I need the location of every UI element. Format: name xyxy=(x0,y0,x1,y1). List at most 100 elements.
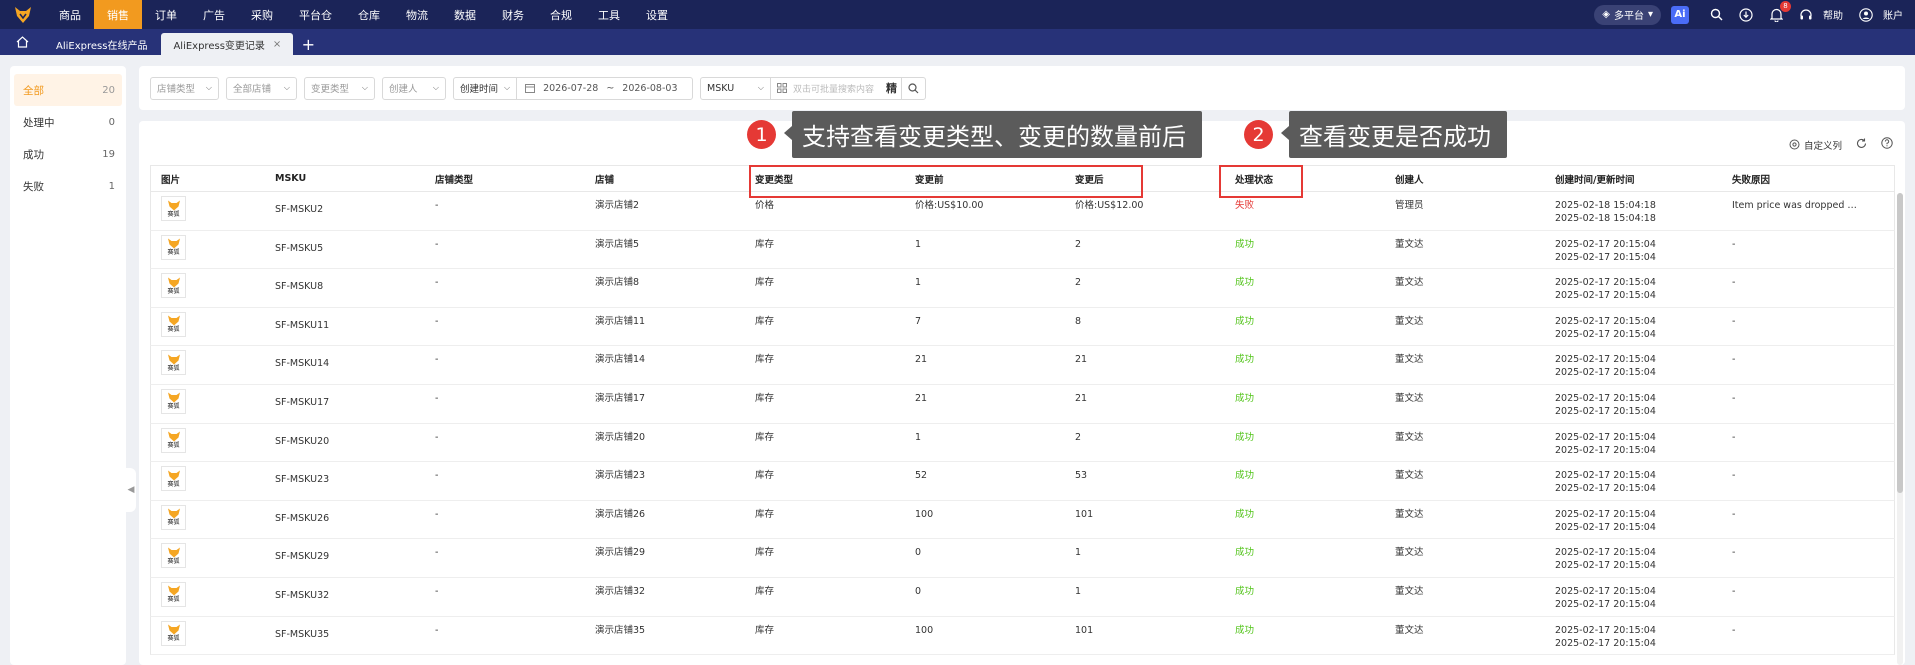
home-tab[interactable] xyxy=(0,29,44,55)
account-menu[interactable]: 账户 xyxy=(1883,7,1903,22)
shop-type-cell: - xyxy=(435,547,439,559)
search-field-label: MSKU xyxy=(707,82,735,94)
shop-type-cell: - xyxy=(435,585,439,597)
table-row[interactable]: 赛狐 SF-MSKU5 - 演示店铺5 库存 1 2 成功 董文达 2025-02-17 20:1… xyxy=(150,230,1895,270)
search-field-select[interactable]: MSKU ⌵ xyxy=(701,77,771,99)
tab-aliexpress-online-products[interactable]: AliExpress在线产品 xyxy=(44,33,159,55)
nav-item-9[interactable]: 财务 xyxy=(489,0,537,29)
product-thumbnail[interactable]: 赛狐 xyxy=(161,504,186,530)
nav-item-5[interactable]: 平台仓 xyxy=(286,0,345,29)
msku-cell: SF-MSKU2 xyxy=(275,204,324,215)
nav-item-4[interactable]: 采购 xyxy=(238,0,286,29)
help-link[interactable]: 帮助 xyxy=(1823,7,1843,22)
after-value-cell: 101 xyxy=(1075,624,1094,636)
nav-item-11[interactable]: 工具 xyxy=(585,0,633,29)
date-range-filter[interactable]: 创建时间 ⌵ 2026-07-28 ~ 2026-08-03 xyxy=(453,76,693,100)
product-thumbnail[interactable]: 赛狐 xyxy=(161,427,186,453)
creator-select[interactable]: 创建人 ⌵ xyxy=(382,76,446,100)
change-log-table: 图片 MSKU 店铺类型 店铺 变更类型 变更前 变更后 处理状态 创建人 创建时间/更新时间 失败… xyxy=(150,165,1895,656)
headset-icon[interactable] xyxy=(1798,7,1814,23)
nav-item-3[interactable]: 广告 xyxy=(190,0,238,29)
nav-item-8[interactable]: 数据 xyxy=(441,0,489,29)
search-icon[interactable] xyxy=(1708,7,1724,23)
status-cell: 成功 xyxy=(1235,470,1255,482)
creator-cell: 董文达 xyxy=(1395,354,1424,366)
custom-columns-button[interactable]: 自定义列 xyxy=(1789,138,1842,152)
collapse-sidebar-button[interactable]: ◀ xyxy=(126,468,136,512)
shop-type-select[interactable]: 店铺类型 ⌵ xyxy=(150,76,219,100)
search-input[interactable]: 双击可批量搜索内容 精 xyxy=(771,78,901,99)
nav-item-1[interactable]: 销售 xyxy=(94,0,142,29)
status-cell: 成功 xyxy=(1235,431,1255,443)
failure-reason-cell: - xyxy=(1732,431,1736,443)
table-row[interactable]: 赛狐 SF-MSKU32 - 演示店铺32 库存 0 1 成功 董文达 2025-02-17 20… xyxy=(150,577,1895,617)
date-end: 2026-08-03 xyxy=(622,82,678,94)
help-icon[interactable] xyxy=(1881,137,1893,152)
download-icon[interactable] xyxy=(1738,7,1754,23)
time-type-select[interactable]: 创建时间 ⌵ xyxy=(454,77,518,99)
sidebar-item-0[interactable]: 全部 20 xyxy=(14,74,122,106)
creator-cell: 管理员 xyxy=(1395,200,1424,211)
custom-columns-label: 自定义列 xyxy=(1803,140,1842,152)
precise-search-toggle[interactable]: 精 xyxy=(886,80,897,96)
timestamps-cell: 2025-02-17 20:15:04 2025-02-17 20:15:04 xyxy=(1545,269,1722,307)
callout-pointer xyxy=(1281,126,1289,140)
updated-time: 2025-02-18 15:04:18 xyxy=(1555,213,1656,224)
failure-reason-cell: - xyxy=(1732,354,1736,366)
product-thumbnail[interactable]: 赛狐 xyxy=(161,581,186,607)
table-row[interactable]: 赛狐 SF-MSKU35 - 演示店铺35 库存 100 101 成功 董文达 2025-02-1… xyxy=(150,616,1895,656)
thumbnail-text: 赛狐 xyxy=(167,480,180,488)
product-thumbnail[interactable]: 赛狐 xyxy=(161,350,186,376)
user-avatar-icon[interactable] xyxy=(1858,7,1874,23)
product-thumbnail[interactable]: 赛狐 xyxy=(161,234,186,260)
sidebar-item-3[interactable]: 失败 1 xyxy=(10,170,126,202)
updated-time: 2025-02-17 20:15:04 xyxy=(1555,483,1656,495)
msku-cell: SF-MSKU14 xyxy=(275,358,330,370)
product-thumbnail[interactable]: 赛狐 xyxy=(161,273,186,299)
product-thumbnail[interactable]: 赛狐 xyxy=(161,620,186,646)
change-type-select[interactable]: 变更类型 ⌵ xyxy=(304,76,375,100)
date-range-input[interactable]: 2026-07-28 ~ 2026-08-03 xyxy=(517,83,685,94)
sidebar-item-1[interactable]: 处理中 0 xyxy=(10,106,126,138)
product-thumbnail[interactable]: 赛狐 xyxy=(161,388,186,414)
search-button[interactable] xyxy=(901,77,925,99)
scrollbar-thumb[interactable] xyxy=(1897,193,1903,493)
nav-item-12[interactable]: 设置 xyxy=(633,0,681,29)
failure-reason-cell: - xyxy=(1732,624,1736,636)
refresh-icon[interactable] xyxy=(1856,138,1867,152)
notification-bell-icon[interactable]: 8 xyxy=(1768,0,1791,23)
sidebar-item-2[interactable]: 成功 19 xyxy=(10,138,126,170)
chevron-down-icon: ⌵ xyxy=(283,83,290,92)
product-thumbnail[interactable]: 赛狐 xyxy=(161,311,186,337)
vertical-scrollbar[interactable] xyxy=(1897,193,1903,665)
search-placeholder: 双击可批量搜索内容 xyxy=(793,84,875,95)
table-row[interactable]: 赛狐 SF-MSKU11 - 演示店铺11 库存 7 8 成功 董文达 2025-02-17 20… xyxy=(150,307,1895,347)
table-row[interactable]: 赛狐 SF-MSKU29 - 演示店铺29 库存 0 1 成功 董文达 2025-02-17 20… xyxy=(150,539,1895,578)
platform-switcher[interactable]: ◈ 多平台 ▾ xyxy=(1594,4,1661,25)
updated-time: 2025-02-17 20:15:04 xyxy=(1555,560,1656,572)
nav-item-0[interactable]: 商品 xyxy=(46,0,94,29)
table-row[interactable]: 赛狐 SF-MSKU14 - 演示店铺14 库存 21 21 成功 董文达 2025-02-17 … xyxy=(150,346,1895,385)
logo-icon[interactable] xyxy=(0,0,46,29)
product-thumbnail[interactable]: 赛狐 xyxy=(161,196,186,221)
nav-item-7[interactable]: 物流 xyxy=(393,0,441,29)
product-thumbnail[interactable]: 赛狐 xyxy=(161,543,186,569)
nav-item-6[interactable]: 仓库 xyxy=(345,0,393,29)
tab-aliexpress-change-log[interactable]: AliExpress变更记录 × xyxy=(161,33,294,55)
product-thumbnail[interactable]: 赛狐 xyxy=(161,466,186,492)
table-row[interactable]: 赛狐 SF-MSKU26 - 演示店铺26 库存 100 101 成功 董文达 2025-02-1… xyxy=(150,500,1895,540)
nav-item-10[interactable]: 合规 xyxy=(537,0,585,29)
nav-item-2[interactable]: 订单 xyxy=(142,0,190,29)
ai-assistant-button[interactable]: Ai xyxy=(1671,5,1689,24)
table-row[interactable]: 赛狐 SF-MSKU17 - 演示店铺17 库存 21 21 成功 董文达 2025-02-17 … xyxy=(150,384,1895,424)
close-tab-icon[interactable]: × xyxy=(273,39,281,50)
timestamps-cell: 2025-02-17 20:15:04 2025-02-17 20:15:04 xyxy=(1545,617,1722,655)
shop-select[interactable]: 全部店铺 ⌵ xyxy=(226,76,297,100)
failure-reason-cell: Item price was dropped by too large a ma… xyxy=(1732,200,1868,211)
table-row[interactable]: 赛狐 SF-MSKU8 - 演示店铺8 库存 1 2 成功 董文达 2025-02-17 20:1… xyxy=(150,269,1895,308)
timestamps-cell: 2025-02-17 20:15:04 2025-02-17 20:15:04 xyxy=(1545,308,1722,346)
add-tab-button[interactable]: + xyxy=(295,33,321,55)
table-row[interactable]: 赛狐 SF-MSKU20 - 演示店铺20 库存 1 2 成功 董文达 2025-02-17 20… xyxy=(150,423,1895,463)
table-row[interactable]: 赛狐 SF-MSKU23 - 演示店铺23 库存 52 53 成功 董文达 2025-02-17 … xyxy=(150,462,1895,501)
status-cell: 成功 xyxy=(1235,315,1255,327)
